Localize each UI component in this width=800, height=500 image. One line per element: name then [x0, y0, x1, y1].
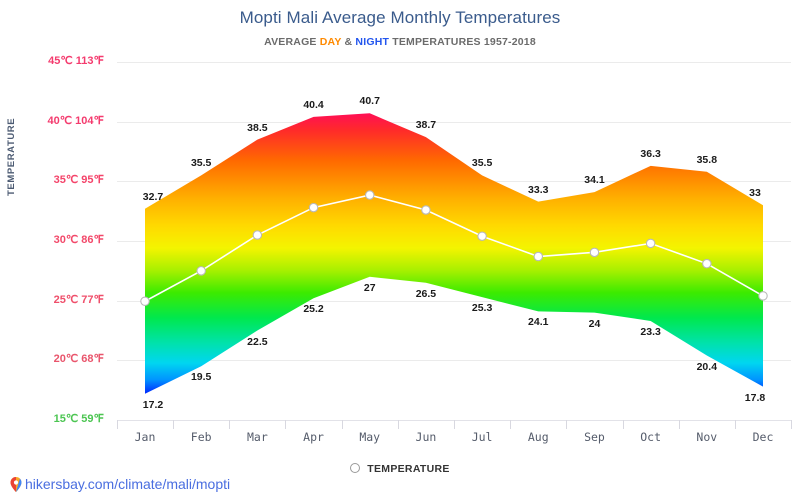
night-temperature-value: 19.5	[190, 371, 212, 384]
y-axis-tick-label: 35℃ 95℉	[53, 174, 104, 187]
x-axis-label: Jan	[134, 430, 156, 444]
y-axis-tick-label: 25℃ 77℉	[53, 293, 104, 306]
chart-legend[interactable]: TEMPERATURE	[0, 463, 800, 475]
night-temperature-value: 23.3	[640, 325, 661, 338]
average-temperature-line	[144, 194, 764, 302]
source-link[interactable]: hikersbay.com/climate/mali/mopti	[10, 476, 230, 492]
x-axis-tick	[510, 420, 511, 429]
x-axis-label: Aug	[527, 430, 549, 444]
y-axis-tick-label: 20℃ 68℉	[53, 353, 104, 366]
day-temperature-value: 35.5	[190, 157, 212, 170]
x-axis-tick	[229, 420, 230, 429]
subtitle-suffix: TEMPERATURES 1957-2018	[389, 36, 536, 48]
x-axis-label: Sep	[584, 430, 605, 444]
day-temperature-value: 40.7	[359, 95, 380, 108]
subtitle-separator: &	[341, 36, 356, 48]
chart-page: Mopti Mali Average Monthly Temperatures …	[0, 0, 800, 500]
average-temperature-point	[702, 258, 712, 269]
average-temperature-point	[758, 291, 768, 301]
y-axis-tick-label: 30℃ 86℉	[53, 234, 104, 246]
day-temperature-value: 40.4	[303, 98, 324, 111]
night-temperature-value: 17.8	[744, 391, 766, 404]
day-temperature-value: 36.3	[640, 147, 661, 160]
day-temperature-value: 33.3	[528, 183, 549, 196]
y-axis-tick-label: 40℃ 104℉	[47, 114, 104, 127]
night-temperature-value: 22.5	[247, 335, 268, 348]
grid-line	[117, 300, 791, 302]
average-temperature-point	[533, 251, 544, 262]
average-temperature-point	[252, 230, 263, 240]
x-axis-tick	[623, 420, 624, 429]
average-temperature-point	[477, 231, 487, 241]
grid-line	[117, 121, 791, 123]
x-axis-tick	[679, 420, 680, 429]
average-temperature-point	[364, 190, 375, 200]
night-temperature-value: 25.2	[303, 303, 324, 316]
day-temperature-value: 33	[749, 187, 761, 200]
night-temperature-value: 17.2	[142, 398, 164, 411]
grid-line	[117, 62, 791, 63]
legend-marker-icon	[350, 463, 361, 474]
chart-subtitle: AVERAGE DAY & NIGHT TEMPERATURES 1957-20…	[0, 36, 800, 48]
x-axis-label: May	[359, 430, 381, 444]
day-temperature-value: 35.5	[471, 157, 493, 170]
x-axis-tick	[117, 420, 118, 429]
x-axis-tick	[735, 420, 736, 429]
x-axis-tick	[398, 420, 399, 429]
legend-label: TEMPERATURE	[367, 463, 450, 475]
x-axis-label: Oct	[640, 430, 662, 444]
night-temperature-value: 25.3	[471, 302, 493, 315]
night-temperature-value: 24.1	[528, 316, 549, 329]
night-temperature-value: 26.5	[415, 287, 437, 300]
source-url-text: hikersbay.com/climate/mali/mopti	[25, 476, 231, 492]
average-temperature-point	[308, 202, 319, 213]
x-axis-label: Dec	[752, 430, 774, 444]
page-title: Mopti Mali Average Monthly Temperatures	[239, 8, 561, 27]
subtitle-day-word: DAY	[319, 36, 342, 48]
x-axis-label: Apr	[303, 430, 324, 444]
x-axis-label: Mar	[246, 430, 268, 444]
temperature-area-chart	[140, 113, 768, 394]
day-temperature-value: 34.1	[584, 174, 605, 187]
grid-line	[117, 241, 791, 242]
x-axis-label: Nov	[696, 430, 718, 444]
x-axis-label: Jul	[471, 430, 493, 444]
day-temperature-value: 38.7	[415, 119, 437, 132]
subtitle-prefix: AVERAGE	[264, 36, 320, 48]
night-temperature-value: 20.4	[696, 360, 718, 373]
subtitle-night-word: NIGHT	[355, 36, 390, 48]
day-temperature-value: 38.5	[247, 121, 268, 134]
x-axis-tick	[342, 420, 343, 429]
x-axis-label: Feb	[190, 430, 212, 444]
x-axis-tick	[454, 420, 455, 429]
location-pin-icon	[10, 477, 22, 492]
x-axis-tick	[285, 420, 286, 429]
average-temperature-point	[589, 247, 600, 258]
y-axis-tick-label: 15℃ 59℉	[53, 413, 104, 425]
day-temperature-value: 35.8	[696, 153, 718, 166]
day-temperature-value: 32.7	[142, 190, 164, 203]
x-axis-tick	[173, 420, 174, 429]
x-axis-tick	[566, 420, 567, 429]
night-temperature-value: 24	[588, 317, 601, 330]
y-axis-tick-label: 45℃ 113℉	[48, 55, 104, 67]
x-axis-label: Jun	[415, 430, 437, 444]
x-axis-tick	[791, 420, 792, 429]
night-temperature-value: 27	[363, 281, 376, 294]
grid-line	[117, 181, 791, 183]
average-temperature-point	[421, 205, 431, 215]
average-temperature-point	[196, 266, 206, 276]
average-temperature-markers	[140, 190, 768, 307]
